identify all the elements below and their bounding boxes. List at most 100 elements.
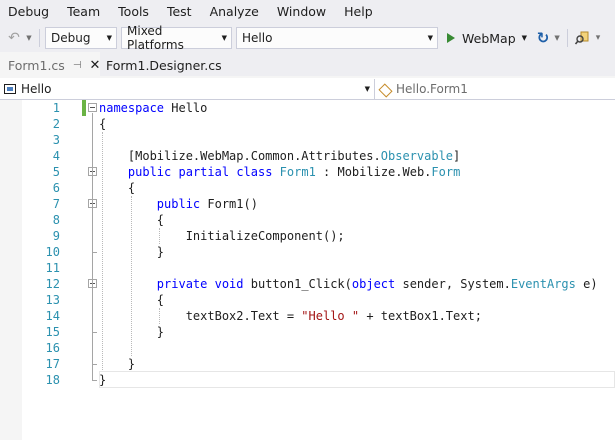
code-token: sender, System. bbox=[395, 277, 511, 291]
code-text: [Mobilize.WebMap.Common.Attributes.Obser… bbox=[99, 148, 460, 164]
menu-tools[interactable]: Tools bbox=[109, 0, 158, 24]
undo-icon[interactable]: ↶ bbox=[4, 27, 24, 49]
indent-guide bbox=[102, 132, 103, 372]
outline-line bbox=[92, 209, 93, 252]
line-number: 18 bbox=[45, 373, 60, 387]
line-number: 11 bbox=[45, 261, 60, 275]
chevron-down-icon: ▼ bbox=[364, 84, 370, 93]
code-token: Form1 bbox=[279, 165, 316, 179]
tab-form1-cs[interactable]: Form1.cs ⊣ ✕ bbox=[0, 52, 100, 78]
refresh-dropdown-chevron-icon[interactable]: ▼ bbox=[552, 27, 562, 49]
code-token: namespace bbox=[99, 101, 165, 115]
refresh-icon[interactable]: ↻ bbox=[534, 27, 552, 49]
class-icon bbox=[379, 83, 391, 95]
menu-test[interactable]: Test bbox=[158, 0, 201, 24]
menu-window[interactable]: Window bbox=[268, 0, 335, 24]
platform-select[interactable]: Mixed Platforms ▼ bbox=[121, 24, 232, 52]
pin-icon[interactable]: ⊣ bbox=[73, 60, 82, 71]
outline-end bbox=[92, 380, 97, 381]
type-dropdown[interactable]: Hello.Form1 bbox=[375, 79, 615, 99]
run-target-label: WebMap bbox=[462, 30, 516, 46]
code-token: { bbox=[99, 181, 136, 195]
code-token: Form1() bbox=[200, 197, 258, 211]
line-number: 15 bbox=[45, 325, 60, 339]
line-number: 17 bbox=[45, 357, 60, 371]
code-token: + textBox1.Text; bbox=[359, 309, 482, 323]
toolbar-overflow-icon[interactable]: ▾ bbox=[591, 27, 605, 49]
code-token: InitializeComponent(); bbox=[99, 229, 345, 243]
play-icon bbox=[447, 33, 455, 43]
undo-dropdown-chevron-icon[interactable]: ▼ bbox=[24, 27, 34, 49]
collapse-icon[interactable] bbox=[88, 103, 97, 112]
find-in-files-icon[interactable] bbox=[573, 27, 591, 49]
line-number: 16 bbox=[45, 341, 60, 355]
menu-help[interactable]: Help bbox=[335, 0, 382, 24]
namespace-icon bbox=[4, 83, 16, 94]
code-token: textBox2.Text = bbox=[99, 309, 302, 323]
code-token: e) bbox=[575, 277, 598, 291]
indent-guide bbox=[131, 196, 132, 356]
chevron-down-icon: ▼ bbox=[106, 34, 112, 42]
toolbar-separator bbox=[567, 29, 569, 47]
code-token: public bbox=[127, 165, 172, 179]
code-token: void bbox=[214, 277, 244, 291]
change-indicator bbox=[82, 100, 86, 116]
chevron-down-icon[interactable]: ▼ bbox=[522, 34, 527, 42]
startup-project-value: Hello bbox=[242, 31, 273, 45]
navigation-bar: Hello ▼ Hello.Form1 bbox=[0, 78, 615, 100]
toolbar-separator bbox=[39, 29, 40, 47]
code-token: [Mobilize.WebMap.Common.Attributes. bbox=[99, 149, 381, 163]
menu-team[interactable]: Team bbox=[58, 0, 109, 24]
line-number: 14 bbox=[45, 309, 60, 323]
outline-end bbox=[92, 364, 97, 365]
chevron-down-icon: ▼ bbox=[221, 34, 227, 42]
code-token: class bbox=[236, 165, 273, 179]
code-text: InitializeComponent(); bbox=[99, 228, 345, 244]
outline-line bbox=[92, 289, 93, 332]
code-token: ] bbox=[453, 149, 461, 163]
line-number: 8 bbox=[52, 213, 60, 227]
toolbar: ↶ ▼ Debug ▼ Mixed Platforms ▼ Hello ▼ We… bbox=[0, 24, 615, 52]
code-text: namespace Hello bbox=[99, 100, 207, 116]
namespace-value: Hello bbox=[21, 81, 52, 96]
line-number: 13 bbox=[45, 293, 60, 307]
platform-value: Mixed Platforms bbox=[127, 24, 184, 52]
outline-end bbox=[92, 332, 97, 333]
current-line-highlight bbox=[99, 371, 615, 388]
menu-analyze[interactable]: Analyze bbox=[201, 0, 268, 24]
tab-form1-designer-cs[interactable]: Form1.Designer.cs bbox=[100, 52, 228, 78]
line-number: 4 bbox=[52, 149, 60, 163]
tab-label: Form1.cs bbox=[8, 57, 65, 73]
code-token: button1_Click( bbox=[243, 277, 352, 291]
menu-debug[interactable]: Debug bbox=[0, 0, 58, 24]
code-text: { bbox=[99, 180, 135, 196]
code-token: } bbox=[99, 357, 136, 371]
outline-line bbox=[92, 177, 93, 364]
code-text: public partial class Form1 : Mobilize.We… bbox=[99, 164, 460, 180]
line-number: 2 bbox=[52, 117, 60, 131]
namespace-dropdown[interactable]: Hello ▼ bbox=[0, 78, 375, 99]
line-number: 1 bbox=[52, 101, 60, 115]
close-icon[interactable]: ✕ bbox=[90, 58, 101, 73]
run-button[interactable]: WebMap ▼ bbox=[444, 27, 530, 49]
code-token: public bbox=[156, 197, 201, 211]
outline-end bbox=[92, 252, 97, 253]
configuration-value: Debug bbox=[51, 31, 91, 45]
code-editor[interactable]: 1 namespace Hello 2 {3 4 [Mobilize.WebMap.Co… bbox=[0, 100, 615, 440]
line-number: 5 bbox=[52, 165, 60, 179]
code-token: { bbox=[99, 117, 107, 131]
code-token: EventArgs bbox=[510, 277, 576, 291]
tab-label: Form1.Designer.cs bbox=[106, 57, 222, 73]
line-number: 10 bbox=[45, 245, 60, 259]
code-token: Form bbox=[431, 165, 461, 179]
configuration-select[interactable]: Debug ▼ bbox=[45, 27, 117, 49]
startup-project-select[interactable]: Hello ▼ bbox=[236, 27, 438, 49]
code-text: public Form1() bbox=[99, 196, 258, 212]
type-value: Hello.Form1 bbox=[396, 81, 468, 96]
code-text: private void button1_Click(object sender… bbox=[99, 276, 598, 292]
